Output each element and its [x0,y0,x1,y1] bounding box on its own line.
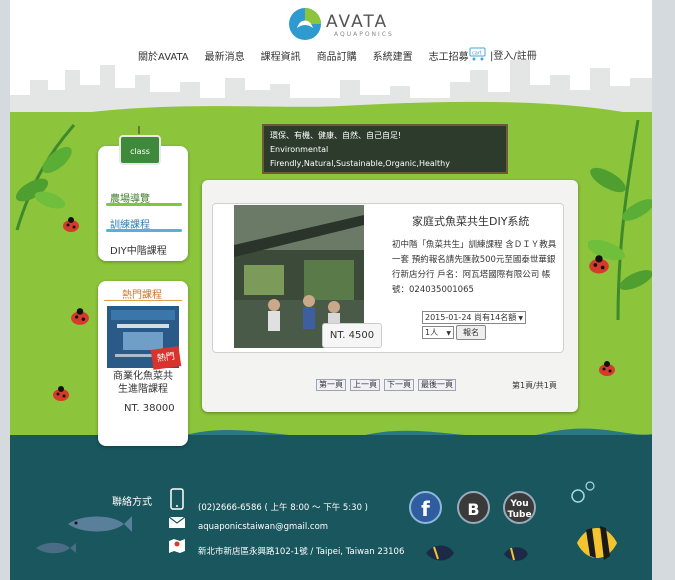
blogger-icon[interactable]: B [457,491,490,524]
phone-icon [170,488,184,510]
last-page-button[interactable]: 最後一頁 [418,379,456,391]
signup-button[interactable]: 報名 [456,325,486,340]
main-nav: 關於AVATA 最新消息 課程資訊 商品訂購 系統建置 志工招募 [138,47,485,63]
fish-decoration [36,542,76,554]
angelfish-decoration [577,526,617,560]
date-select-value: 2015-01-24 尚有14名額 [425,313,517,322]
first-page-button[interactable]: 第一頁 [316,379,346,391]
nav-item-volunteers[interactable]: 志工招募 [429,48,469,63]
nav-item-shop[interactable]: 商品訂購 [317,48,357,63]
contact-phone: (02)2666-6586 ( 上午 8:00 ～ 下午 5:30 ) [198,503,369,513]
ladybug-icon [599,361,615,376]
nav-item-about[interactable]: 關於AVATA [138,48,189,63]
fish-decoration [68,516,132,532]
youtube-icon[interactable]: You Tube [503,491,536,524]
slogan-line-2: Environmental [270,145,329,154]
brand-subtitle: AQUAPONICS [334,31,394,38]
class-sign-label: class [130,147,150,156]
hot-badge: 熱門 [150,346,182,370]
nav-item-systems[interactable]: 系統建置 [373,48,413,63]
cart-label: cart [472,51,482,57]
prev-page-button[interactable]: 上一頁 [350,379,380,391]
ladybug-icon [589,255,609,274]
product-title: 家庭式魚菜共生DIY系統 [412,215,530,228]
slogan-line-3: Firendly,Natural,Sustainable,Organic,Hea… [270,159,450,168]
map-pin-icon [169,539,185,553]
quantity-select-value: 1人 [425,328,439,337]
class-sign-icon: class [119,126,161,165]
nav-item-news[interactable]: 最新消息 [205,48,245,63]
slogan-line-1: 環保、有機、健康、自然、自己自足! [270,131,402,140]
page-margin-right [652,0,675,580]
login-register-link[interactable]: |登入/註冊 [490,47,537,62]
brand-name: AVATA [326,12,389,32]
product-description: 初中階「魚菜共生」訓練課程 含ＤＩＹ教具一套 預約報名請先匯款500元至國泰世華… [392,240,557,295]
avata-logo-icon [289,8,321,40]
page-info: 第1頁/共1頁 [512,381,557,390]
chevron-down-icon: ▼ [518,315,523,322]
product-price-tag: NT. 4500 [322,323,382,348]
bubbles-decoration [571,481,595,503]
youtube-icon-text: Tube [507,510,532,520]
youtube-icon-text: You [510,499,529,509]
hot-course-price: NT. 38000 [124,403,175,414]
facebook-icon[interactable]: f [409,491,442,524]
contact-title: 聯絡方式 [112,497,152,508]
cart-icon[interactable]: cart [468,45,488,61]
quantity-select[interactable]: 1人 ▼ [422,326,454,339]
hot-course-divider [104,300,182,301]
pagination: 第一頁 上一頁 下一頁 最後一頁 [316,379,460,391]
sidebar-divider [106,229,182,232]
contact-email[interactable]: aquaponicstaiwan@gmail.com [198,522,328,532]
date-select[interactable]: 2015-01-24 尚有14名額 ▼ [422,311,526,324]
slogan-board: 環保、有機、健康、自然、自己自足! Environmental Firendly… [262,124,508,174]
ladybug-icon [71,308,89,325]
hot-course-name[interactable]: 商業化魚菜共生進階課程 [110,370,176,396]
hill-edge-decoration [10,101,652,126]
sidebar-divider [106,203,182,206]
leaf-right-decoration [588,120,652,320]
fish-decoration [504,547,528,561]
email-icon [168,516,186,528]
ladybug-icon [63,217,79,232]
page-margin-left [0,0,10,580]
chevron-down-icon: ▼ [446,330,451,337]
nav-item-courses[interactable]: 課程資訊 [261,48,301,63]
page: AVATA AQUAPONICS 關於AVATA 最新消息 課程資訊 商品訂購 … [0,0,675,580]
sidebar-item-diy[interactable]: DIY中階課程 [110,242,167,257]
next-page-button[interactable]: 下一頁 [384,379,414,391]
contact-address: 新北市新店區永興路102-1號 / Taipei, Taiwan 23106 [198,547,405,557]
hot-course-title: 熱門課程 [122,290,162,301]
fish-decoration [426,545,454,561]
ladybug-icon [53,386,69,401]
